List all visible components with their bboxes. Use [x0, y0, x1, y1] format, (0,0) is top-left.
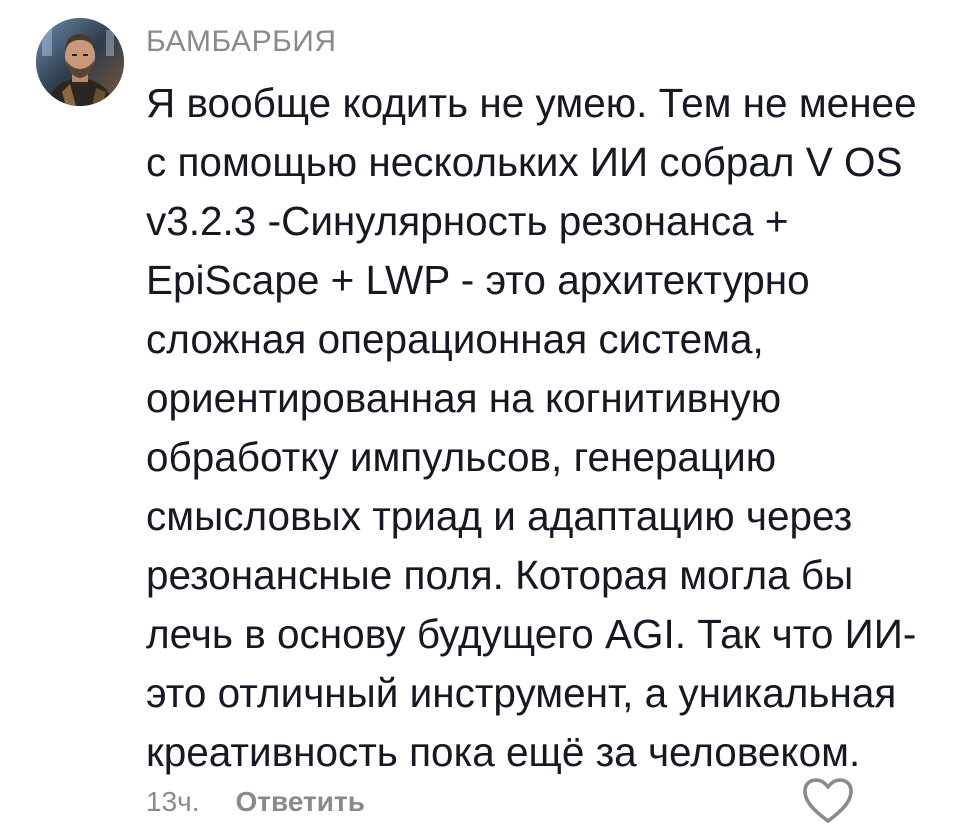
comment-text-line: смысловых триад и адаптацию через	[146, 493, 853, 539]
comment-author[interactable]: БАМБАРБИЯ	[146, 22, 337, 62]
heart-outline-icon	[803, 778, 853, 823]
comment-meta: 13ч. Ответить	[146, 780, 365, 824]
comment-text-line: v3.2.3 -Синулярность резонанса +	[146, 198, 789, 244]
comment-text-line: Я вообще кодить не умею. Тем не менее	[146, 80, 917, 126]
comment-text-line: обработку импульсов, генерацию	[146, 434, 777, 480]
comment-text-line: с помощью нескольких ИИ собрал V OS	[146, 139, 903, 185]
comment-text-line: креативность пока ещё за человеком.	[146, 729, 861, 775]
comment-text-line: резонансные поля. Которая могла бы	[146, 552, 854, 598]
comment-text-line: лечь в основу будущего AGI. Так что ИИ-	[146, 611, 917, 657]
avatar[interactable]	[36, 18, 124, 106]
comment-text-line: ориентированная на когнитивную	[146, 375, 782, 421]
comment-timestamp: 13ч.	[146, 786, 200, 817]
reply-button[interactable]: Ответить	[236, 786, 365, 818]
comment-text-line: EpiScape + LWP - это архитектурно	[146, 257, 810, 303]
like-button[interactable]	[800, 776, 856, 826]
comment-text: Я вообще кодить не умею. Тем не менее с …	[146, 74, 936, 782]
avatar-image	[36, 18, 124, 106]
comment-text-line: это отличный инструмент, а уникальная	[146, 670, 897, 716]
comment-item: БАМБАРБИЯ Я вообще кодить не умею. Тем н…	[0, 0, 968, 834]
comment-text-line: сложная операционная система,	[146, 316, 764, 362]
